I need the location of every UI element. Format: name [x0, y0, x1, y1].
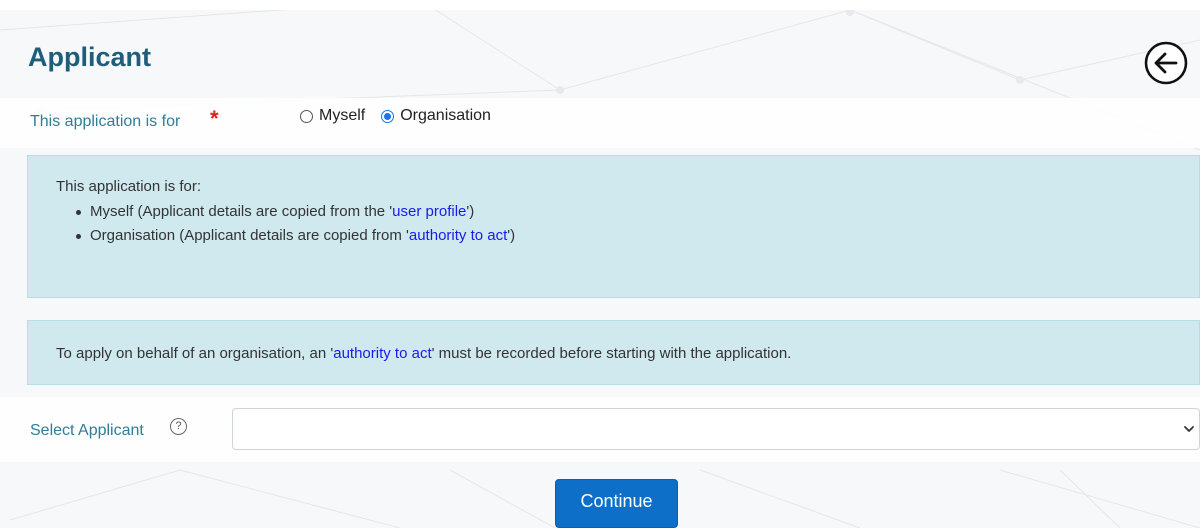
application-type-info-box: This application is for: Myself (Applica… — [27, 155, 1200, 298]
radio-option-organisation[interactable]: Organisation — [381, 107, 491, 125]
chevron-down-icon — [1184, 426, 1194, 432]
radio-myself-label: Myself — [319, 107, 366, 124]
back-arrow-circle-icon — [1144, 41, 1188, 85]
radio-option-myself[interactable]: Myself — [300, 107, 365, 125]
info-item-organisation-text: Organisation (Applicant details are copi… — [90, 227, 409, 244]
authority-to-act-notice-link[interactable]: authority to act — [333, 345, 431, 362]
applicant-page: Applicant This application is for * Myse… — [0, 0, 1200, 528]
radio-organisation-label: Organisation — [400, 107, 491, 124]
authority-notice-suffix: ' must be recorded before starting with … — [431, 345, 792, 362]
info-list-item-myself: Myself (Applicant details are copied fro… — [76, 203, 515, 220]
continue-button[interactable]: Continue — [555, 479, 678, 528]
select-applicant-dropdown[interactable] — [232, 408, 1200, 450]
back-button[interactable] — [1143, 40, 1189, 86]
info-item-organisation-suffix: ') — [507, 227, 516, 244]
authority-notice-prefix: To apply on behalf of an organisation, a… — [56, 345, 334, 362]
page-title: Applicant — [28, 42, 152, 72]
top-header-strip — [0, 0, 1200, 10]
authority-notice-text: To apply on behalf of an organisation, a… — [56, 345, 791, 362]
application-for-radio-group: Myself Organisation — [300, 107, 507, 125]
radio-organisation[interactable] — [381, 109, 395, 123]
info-item-myself-text: Myself (Applicant details are copied fro… — [90, 203, 393, 220]
authority-to-act-link[interactable]: authority to act — [409, 227, 507, 244]
authority-notice-box: To apply on behalf of an organisation, a… — [27, 320, 1200, 385]
info-list-item-organisation: Organisation (Applicant details are copi… — [76, 227, 515, 244]
required-asterisk: * — [210, 106, 219, 131]
help-circle-icon[interactable]: ? — [170, 418, 187, 435]
radio-myself[interactable] — [300, 109, 313, 123]
info-intro-text: This application is for: — [56, 178, 202, 195]
select-applicant-label: Select Applicant — [30, 422, 144, 439]
application-for-label: This application is for — [30, 113, 181, 130]
info-list: Myself (Applicant details are copied fro… — [76, 203, 515, 251]
user-profile-link[interactable]: user profile — [392, 203, 466, 220]
info-item-myself-suffix: ') — [466, 203, 475, 220]
